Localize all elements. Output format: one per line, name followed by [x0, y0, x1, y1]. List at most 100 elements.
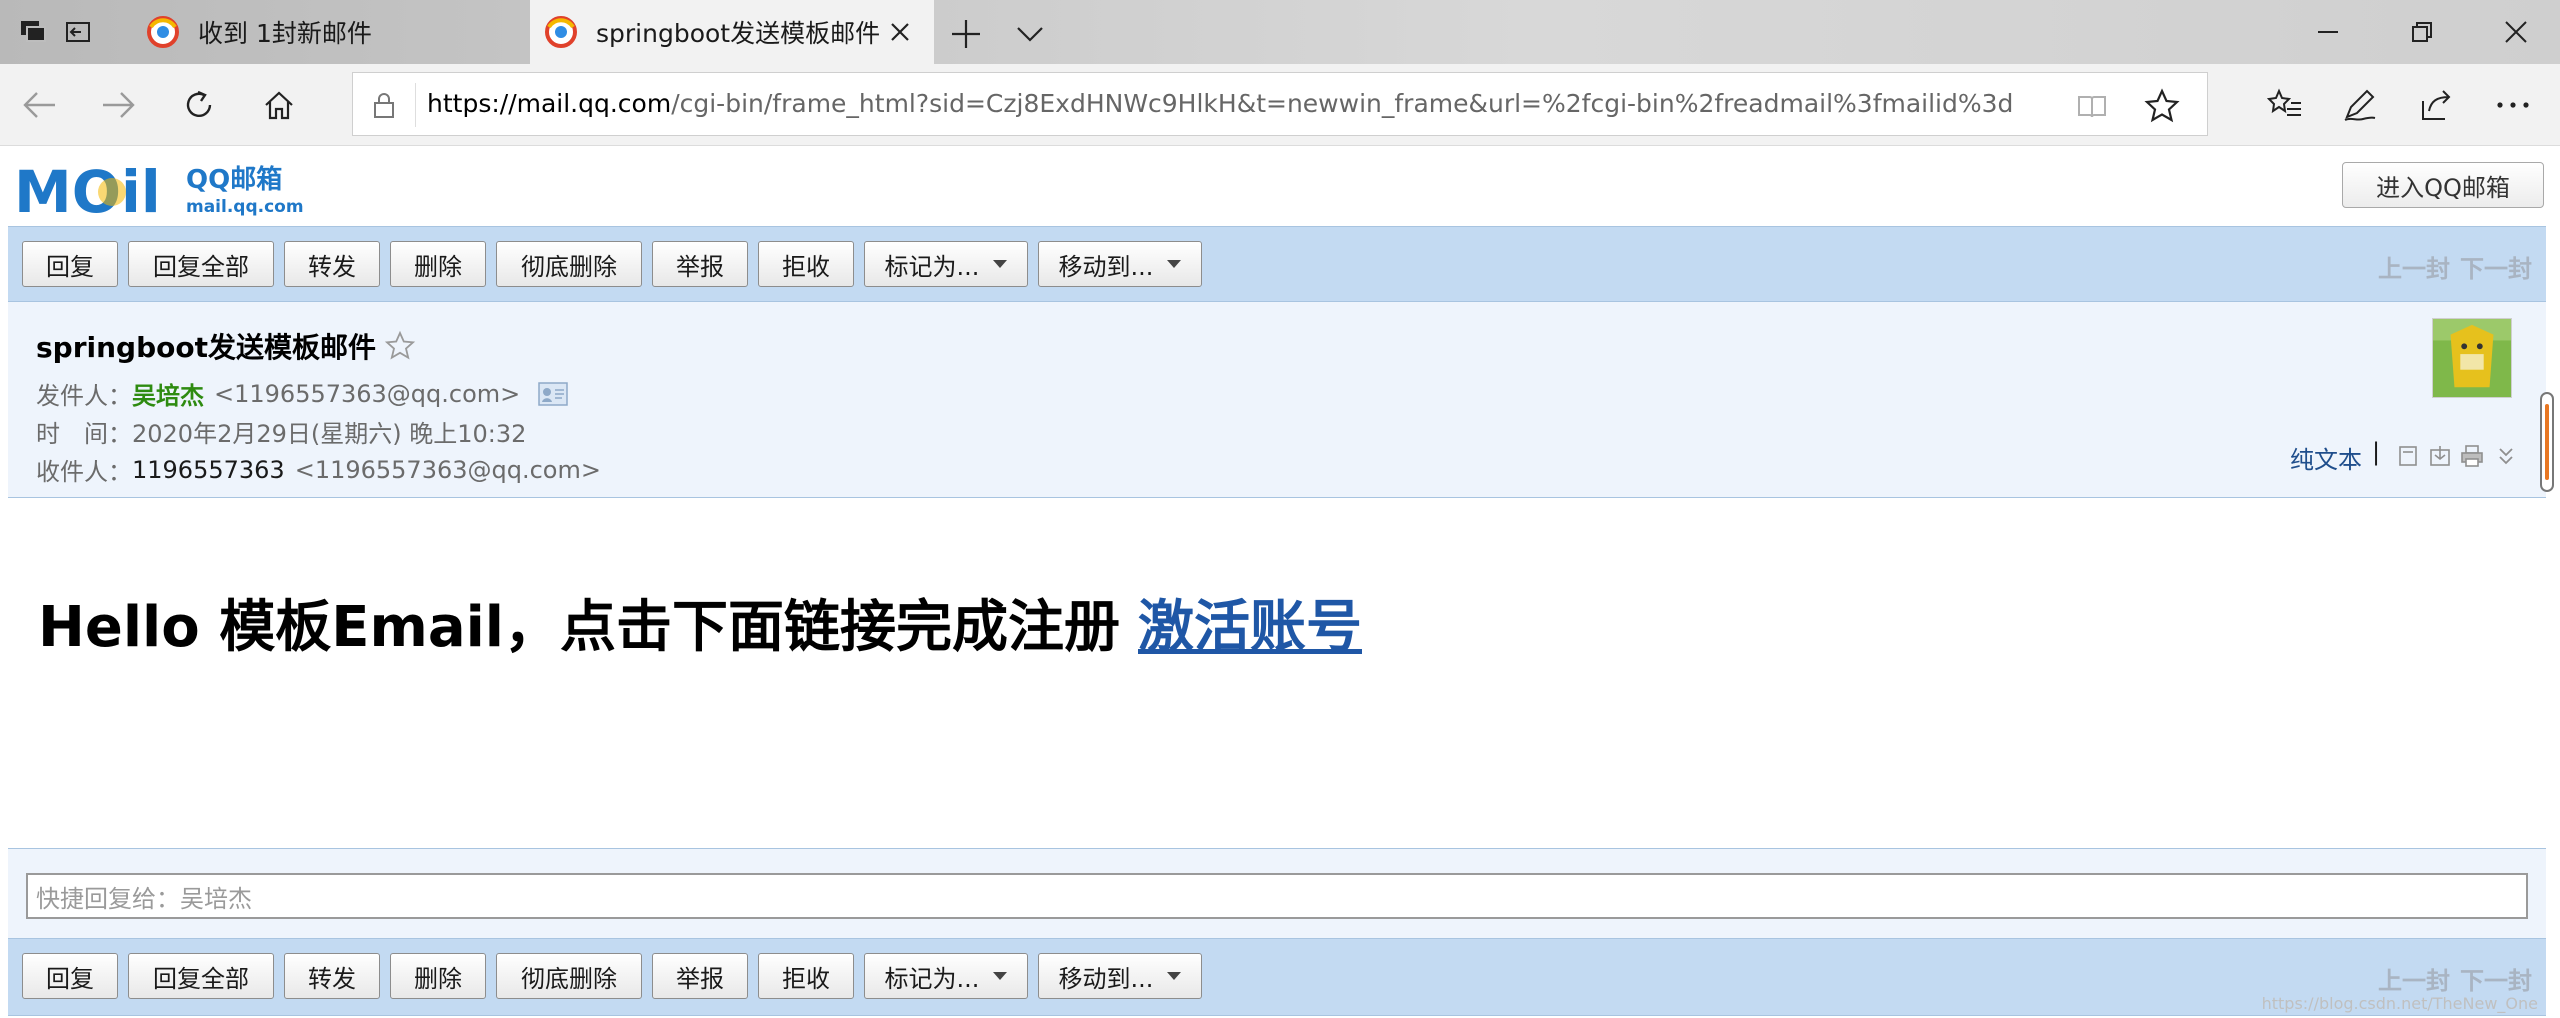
mark-as-label: 标记为... [884, 252, 980, 281]
mark-as-dropdown[interactable]: 标记为... [864, 241, 1028, 287]
forward-button[interactable]: 转发 [284, 241, 380, 287]
move-to-dropdown[interactable]: 移动到... [1038, 241, 1202, 287]
dropdown-caret-icon [1167, 260, 1182, 268]
logo-mark: MOil [14, 162, 161, 218]
qq-mail-logo[interactable]: MOil QQ邮箱 mail.qq.com [14, 162, 304, 218]
qq-mail-favicon-icon [147, 16, 179, 48]
vertical-scrollbar[interactable] [2540, 392, 2554, 492]
forward-button[interactable]: 转发 [284, 953, 380, 999]
move-to-label: 移动到... [1058, 252, 1154, 281]
report-button[interactable]: 举报 [652, 241, 748, 287]
more-options-icon[interactable] [2490, 82, 2536, 128]
next-mail-link[interactable]: 下一封 [2460, 255, 2532, 283]
quick-reply-panel: 快捷回复给：吴培杰 [8, 848, 2546, 938]
mail-info-panel: springboot发送模板邮件 发件人： 吴培杰 <1196557363@qq… [8, 302, 2546, 498]
move-to-dropdown[interactable]: 移动到... [1038, 953, 1202, 999]
favorites-list-icon[interactable] [2262, 82, 2308, 128]
activate-account-link[interactable]: 激活账号 [1138, 595, 1362, 660]
recipient-address: <1196557363@qq.com> [294, 455, 601, 484]
recipient-row: 收件人： 1196557363 <1196557363@qq.com> [36, 452, 601, 487]
url-text[interactable]: https://mail.qq.com/cgi-bin/frame_html?s… [427, 89, 2013, 123]
url-domain: https://mail.qq.com [427, 89, 672, 118]
print-icon[interactable] [2460, 444, 2484, 468]
forward-arrow-icon[interactable] [96, 82, 142, 128]
favorite-star-icon[interactable] [2143, 87, 2181, 125]
mail-body: Hello 模板Email，点击下面链接完成注册 激活账号 [8, 498, 2546, 848]
reading-view-icon[interactable] [2075, 89, 2109, 123]
lock-icon[interactable] [369, 90, 399, 120]
dropdown-caret-icon [993, 260, 1008, 268]
pen-notes-icon[interactable] [2336, 82, 2382, 128]
mail-pager: 上一封 下一封 [2368, 961, 2532, 996]
mail-toolbar-bottom: 回复 回复全部 转发 删除 彻底删除 举报 拒收 标记为... 移动到... 上… [8, 938, 2546, 1016]
back-arrow-icon[interactable] [16, 82, 62, 128]
tab-new-mail[interactable]: 收到 1封新邮件 [132, 0, 528, 64]
address-bar[interactable]: https://mail.qq.com/cgi-bin/frame_html?s… [352, 72, 2208, 136]
next-mail-link[interactable]: 下一封 [2460, 967, 2532, 995]
move-to-label: 移动到... [1058, 964, 1154, 993]
close-tab-icon[interactable] [886, 18, 914, 46]
star-mark-icon[interactable] [384, 330, 416, 362]
mail-subject: springboot发送模板邮件 [36, 326, 416, 366]
enter-qq-mail-button[interactable]: 进入QQ邮箱 [2342, 162, 2544, 208]
share-icon[interactable] [2412, 82, 2458, 128]
sender-address: <1196557363@qq.com> [214, 379, 521, 408]
reply-all-button[interactable]: 回复全部 [128, 241, 274, 287]
qq-mail-header: MOil QQ邮箱 mail.qq.com 进入QQ邮箱 [0, 146, 2560, 226]
home-icon[interactable] [256, 82, 302, 128]
mail-toolbar-top: 回复 回复全部 转发 删除 彻底删除 举报 拒收 标记为... 移动到... 上… [8, 226, 2546, 302]
divider: | [2372, 438, 2381, 466]
tab-title: 收到 1封新邮件 [198, 19, 372, 48]
dropdown-caret-icon [993, 972, 1008, 980]
delete-button[interactable]: 删除 [390, 953, 486, 999]
reply-button[interactable]: 回复 [22, 953, 118, 999]
quick-reply-input[interactable]: 快捷回复给：吴培杰 [26, 873, 2528, 919]
reply-button[interactable]: 回复 [22, 241, 118, 287]
browser-tab-strip: 收到 1封新邮件 springboot发送模板邮件 [0, 0, 2560, 64]
minimize-window-icon[interactable] [2306, 10, 2350, 54]
delete-permanently-button[interactable]: 彻底删除 [496, 241, 642, 287]
logo-domain-text: mail.qq.com [186, 197, 304, 217]
new-tab-icon[interactable] [948, 16, 984, 52]
body-message: Hello 模板Email，点击下面链接完成注册 [38, 595, 1120, 660]
mark-as-label: 标记为... [884, 964, 980, 993]
expand-more-icon[interactable] [2494, 444, 2518, 468]
chevron-down-icon[interactable] [1012, 16, 1048, 52]
set-aside-tabs-icon[interactable] [58, 12, 98, 52]
plain-text-link[interactable]: 纯文本 [2290, 440, 2362, 475]
download-icon[interactable] [2428, 444, 2452, 468]
recipient-name[interactable]: 1196557363 [132, 456, 285, 484]
mail-body-text: Hello 模板Email，点击下面链接完成注册 激活账号 [38, 582, 1362, 663]
delete-button[interactable]: 删除 [390, 241, 486, 287]
subject-text: springboot发送模板邮件 [36, 331, 376, 364]
delete-permanently-button[interactable]: 彻底删除 [496, 953, 642, 999]
time-value: 2020年2月29日(星期六) 晚上10:32 [132, 420, 527, 448]
logo-cn-text: QQ邮箱 [186, 164, 282, 195]
prev-mail-link[interactable]: 上一封 [2378, 967, 2450, 995]
tab-springboot-mail[interactable]: springboot发送模板邮件 [530, 0, 934, 64]
url-path: /cgi-bin/frame_html?sid=Czj8ExdHNWc9HlkH… [671, 89, 2013, 118]
tab-actions-icon[interactable] [14, 12, 54, 52]
sender-name[interactable]: 吴培杰 [132, 376, 204, 411]
mail-pager: 上一封 下一封 [2368, 249, 2532, 284]
tab-title: springboot发送模板邮件 [596, 19, 881, 48]
dropdown-caret-icon [1167, 972, 1182, 980]
reject-button[interactable]: 拒收 [758, 953, 854, 999]
time-row: 时 间： 2020年2月29日(星期六) 晚上10:32 [36, 414, 526, 449]
report-button[interactable]: 举报 [652, 953, 748, 999]
contact-card-icon[interactable] [538, 381, 569, 406]
close-window-icon[interactable] [2494, 10, 2538, 54]
sender-label: 发件人： [36, 382, 132, 410]
prev-mail-link[interactable]: 上一封 [2378, 255, 2450, 283]
reply-all-button[interactable]: 回复全部 [128, 953, 274, 999]
refresh-icon[interactable] [176, 82, 222, 128]
address-separator [415, 83, 416, 127]
new-window-icon[interactable] [2396, 444, 2420, 468]
sender-avatar[interactable] [2432, 318, 2512, 398]
mark-as-dropdown[interactable]: 标记为... [864, 953, 1028, 999]
browser-navigation-bar: https://mail.qq.com/cgi-bin/frame_html?s… [0, 64, 2560, 146]
sender-row: 发件人： 吴培杰 <1196557363@qq.com> [36, 376, 569, 411]
restore-window-icon[interactable] [2400, 10, 2444, 54]
time-label: 时 间： [36, 420, 132, 448]
reject-button[interactable]: 拒收 [758, 241, 854, 287]
